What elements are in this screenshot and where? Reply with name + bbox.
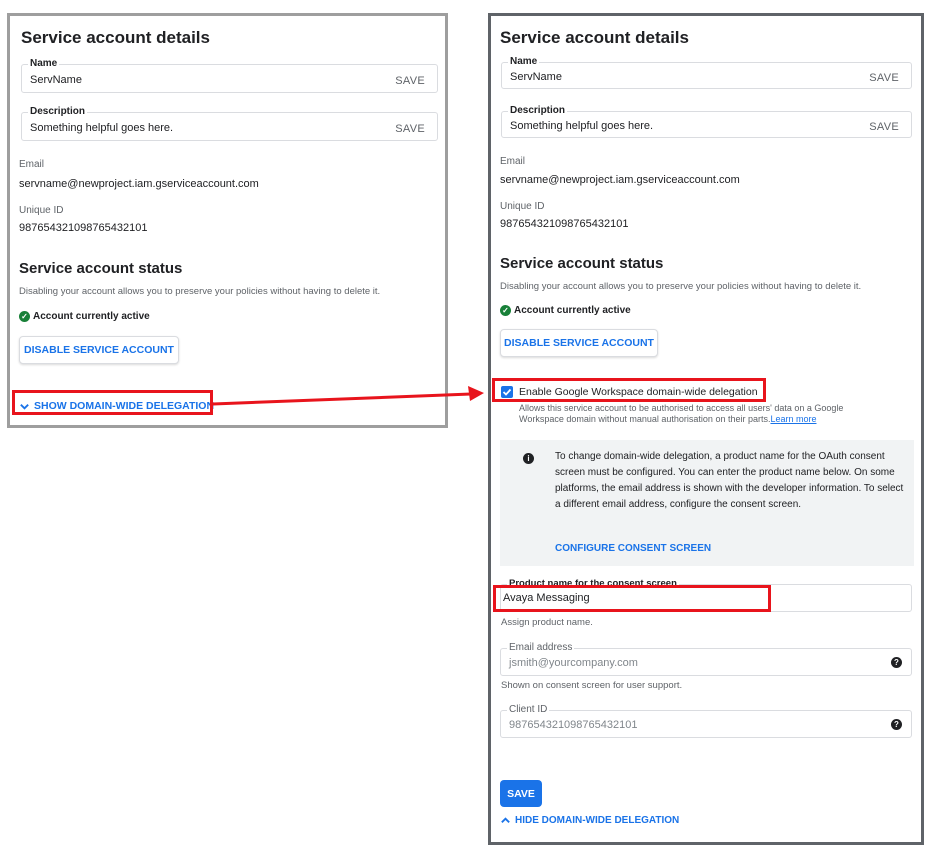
email-value-right: servname@newproject.iam.gserviceaccount.… bbox=[500, 174, 740, 186]
description-value-right: Something helpful goes here. bbox=[510, 120, 654, 132]
enable-delegation-help: Allows this service account to be author… bbox=[519, 403, 889, 425]
hide-delegation-toggle[interactable]: HIDE DOMAIN-WIDE DELEGATION bbox=[500, 815, 679, 826]
name-field-right[interactable]: Name ServName SAVE bbox=[501, 56, 912, 89]
consent-email-field[interactable]: Email address jsmith@yourcompany.com ? bbox=[500, 642, 912, 676]
check-circle-icon: ✓ bbox=[500, 305, 511, 316]
configure-consent-screen-link[interactable]: CONFIGURE CONSENT SCREEN bbox=[555, 543, 711, 554]
hide-delegation-label: HIDE DOMAIN-WIDE DELEGATION bbox=[515, 815, 680, 826]
status-description-right: Disabling your account allows you to pre… bbox=[500, 281, 862, 292]
disable-service-account-button-right[interactable]: DISABLE SERVICE ACCOUNT bbox=[500, 329, 658, 357]
active-status-right: ✓ Account currently active bbox=[500, 305, 631, 316]
name-value-right: ServName bbox=[510, 71, 562, 83]
consent-email-help: Shown on consent screen for user support… bbox=[501, 680, 683, 691]
name-label-right: Name bbox=[508, 56, 540, 68]
help-icon[interactable]: ? bbox=[891, 657, 902, 668]
details-title-right: Service account details bbox=[500, 28, 689, 47]
info-icon: i bbox=[523, 453, 534, 464]
learn-more-link[interactable]: Learn more bbox=[770, 414, 816, 424]
right-panel: Service account details Name ServName SA… bbox=[488, 13, 924, 845]
info-box: i To change domain-wide delegation, a pr… bbox=[500, 440, 914, 566]
description-save-button-right[interactable]: SAVE bbox=[869, 121, 899, 133]
highlight-product-name bbox=[493, 585, 771, 612]
client-id-field: Client ID 987654321098765432101 ? bbox=[500, 704, 912, 738]
client-id-label: Client ID bbox=[507, 704, 550, 716]
description-field-right[interactable]: Description Something helpful goes here.… bbox=[501, 105, 912, 138]
consent-email-label: Email address bbox=[507, 642, 575, 654]
help-icon[interactable]: ? bbox=[891, 719, 902, 730]
info-text: To change domain-wide delegation, a prod… bbox=[555, 451, 904, 510]
chevron-up-icon bbox=[501, 817, 510, 823]
name-save-button-right[interactable]: SAVE bbox=[869, 72, 899, 84]
product-name-help: Assign product name. bbox=[501, 617, 593, 628]
consent-email-input: jsmith@yourcompany.com bbox=[509, 657, 638, 669]
active-text-right: Account currently active bbox=[514, 305, 631, 317]
client-id-value: 987654321098765432101 bbox=[509, 719, 638, 731]
email-label-right: Email bbox=[500, 156, 526, 167]
description-label-right: Description bbox=[508, 105, 568, 117]
highlight-enable-delegation bbox=[492, 378, 766, 402]
status-title-right: Service account status bbox=[500, 255, 664, 272]
unique-id-label-right: Unique ID bbox=[500, 201, 545, 212]
save-button[interactable]: SAVE bbox=[500, 780, 542, 807]
unique-id-value-right: 987654321098765432101 bbox=[500, 218, 629, 230]
